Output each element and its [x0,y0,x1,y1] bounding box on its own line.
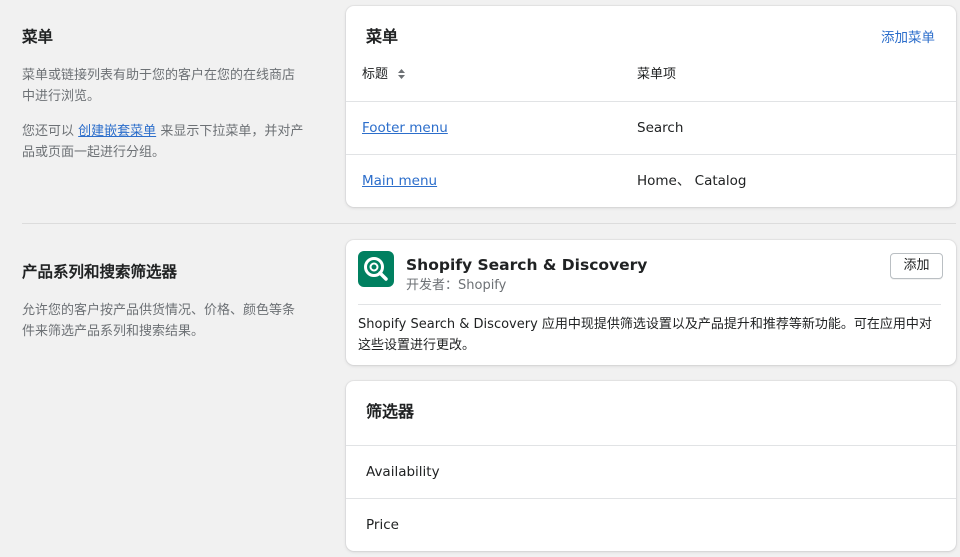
add-app-button[interactable]: 添加 [890,253,943,279]
menus-card-title: 菜单 [366,27,399,46]
menu-row-footer-link[interactable]: Footer menu [362,119,448,137]
search-discovery-app-card: Shopify Search & Discovery 开发者：Shopify 添… [346,240,956,365]
sort-icon [398,69,406,79]
row-divider [346,154,956,155]
app-card-divider [358,304,941,305]
menu-row-main-items: Home、 Catalog [637,173,747,189]
row-divider [346,101,956,102]
filter-item-price[interactable]: Price [366,516,399,534]
menus-section-title: 菜单 [22,28,54,46]
search-discovery-icon [358,251,394,287]
filters-section-title: 产品系列和搜索筛选器 [22,263,178,281]
filter-item-availability[interactable]: Availability [366,463,440,481]
section-divider [22,223,956,224]
filters-card-title: 筛选器 [366,402,415,421]
filters-section-info: 产品系列和搜索筛选器 允许您的客户按产品供货情况、价格、颜色等条件来筛选产品系列… [22,262,312,342]
create-nested-menu-link[interactable]: 创建嵌套菜单 [78,124,156,139]
row-divider [346,498,956,499]
menu-row-footer-items: Search [637,120,684,136]
menu-row-main-link[interactable]: Main menu [362,172,437,190]
menus-section-info: 菜单 菜单或链接列表有助于您的客户在您的在线商店中进行浏览。 您还可以 创建嵌套… [22,27,312,163]
row-divider [346,445,956,446]
column-header-title[interactable]: 标题 [362,66,406,84]
app-description: Shopify Search & Discovery 应用中现提供筛选设置以及产… [358,317,932,353]
column-header-items: 菜单项 [637,67,677,82]
filters-card: 筛选器 Availability Price [346,381,956,551]
menus-card: 菜单 添加菜单 标题 菜单项 Footer menu Search Main m… [346,6,956,207]
filters-section-description: 允许您的客户按产品供货情况、价格、颜色等条件来筛选产品系列和搜索结果。 [22,303,296,339]
app-developer: 开发者：Shopify [406,278,507,293]
add-menu-button[interactable]: 添加菜单 [881,29,935,47]
menus-section-description-2: 您还可以 创建嵌套菜单 来显示下拉菜单，并对产品或页面一起进行分组。 [22,124,304,160]
menus-section-description: 菜单或链接列表有助于您的客户在您的在线商店中进行浏览。 [22,68,296,104]
app-name: Shopify Search & Discovery [406,256,648,274]
